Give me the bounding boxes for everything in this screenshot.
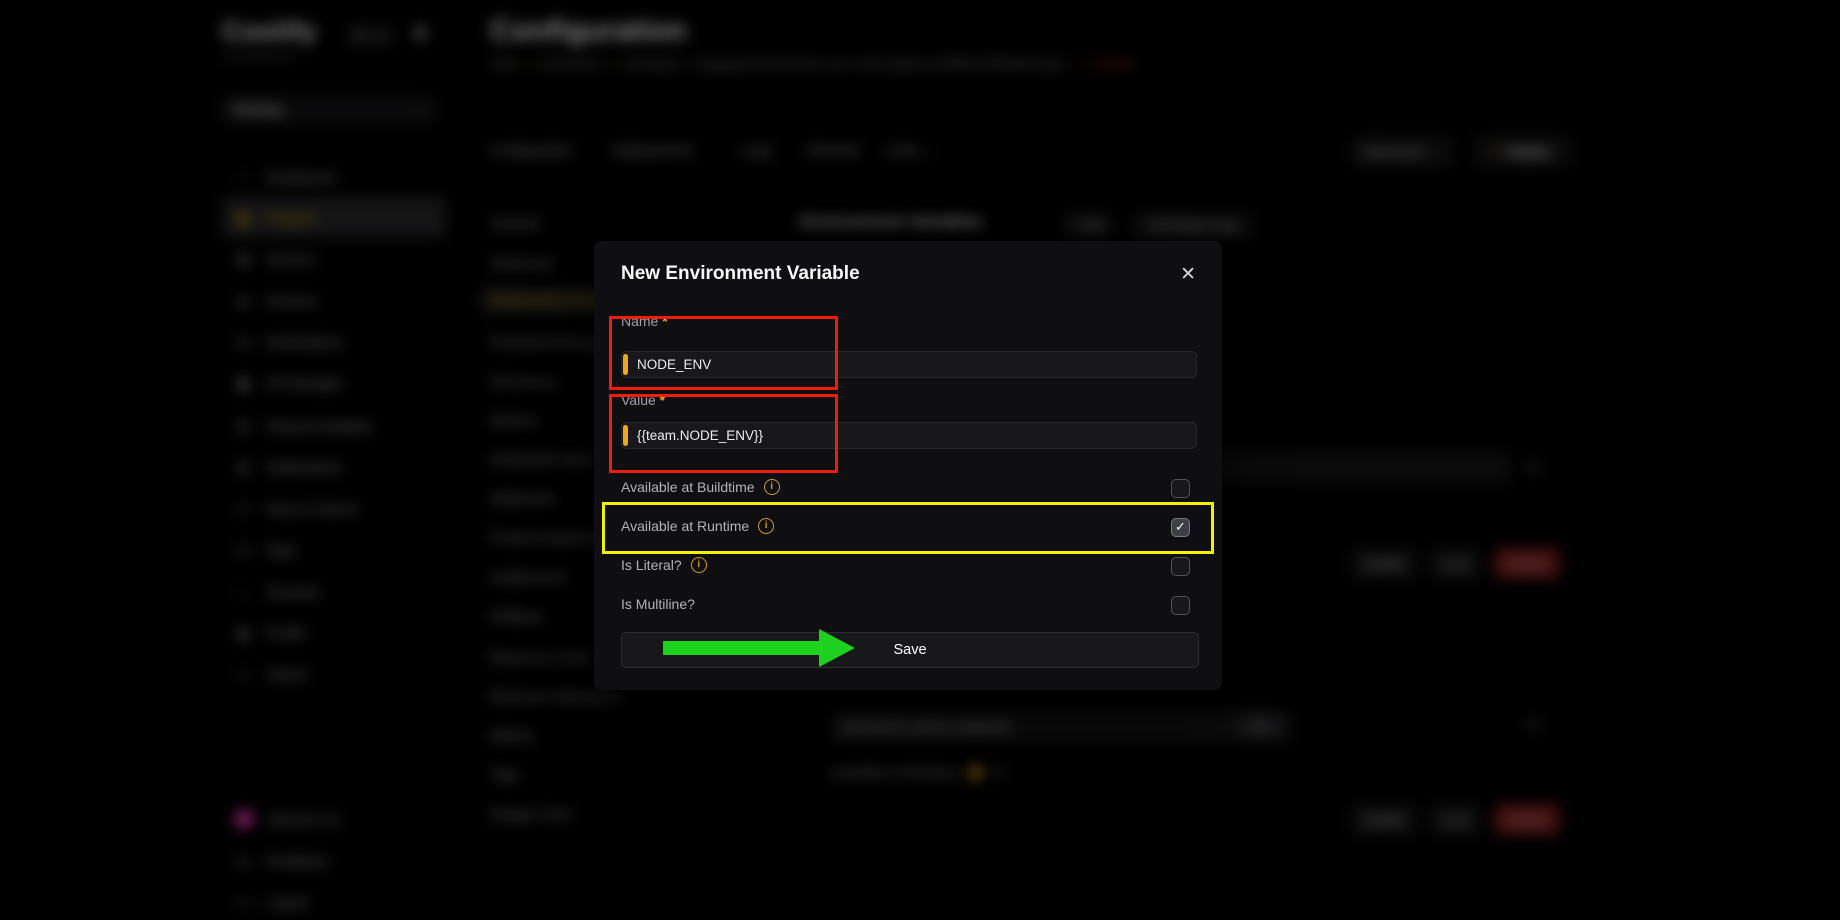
required-accent-bar xyxy=(623,354,628,375)
required-accent-bar xyxy=(623,425,628,446)
buildtime-checkbox[interactable] xyxy=(1171,479,1190,498)
label-text: Is Multiline? xyxy=(621,596,695,612)
buildtime-row-label: Available at Buildtime i xyxy=(621,479,780,495)
runtime-row-label: Available at Runtime i xyxy=(621,518,774,534)
close-icon[interactable]: ✕ xyxy=(1180,263,1196,286)
name-input[interactable]: NODE_ENV xyxy=(621,351,1197,378)
new-environment-variable-modal: New Environment Variable ✕ Name * NODE_E… xyxy=(594,241,1222,690)
literal-checkbox[interactable] xyxy=(1171,557,1190,576)
label-text: Value xyxy=(621,392,656,408)
info-icon[interactable]: i xyxy=(758,518,774,534)
info-icon[interactable]: i xyxy=(691,557,707,573)
label-text: Available at Runtime xyxy=(621,518,749,534)
literal-row-label: Is Literal? i xyxy=(621,557,707,573)
label-text: Is Literal? xyxy=(621,557,682,573)
multiline-row-label: Is Multiline? xyxy=(621,596,695,612)
value-field-label: Value * xyxy=(621,392,665,408)
required-asterisk: * xyxy=(660,392,665,408)
green-arrow-shaft xyxy=(663,641,821,655)
label-text: Available at Buildtime xyxy=(621,479,755,495)
name-input-value: NODE_ENV xyxy=(637,357,711,372)
label-text: Name xyxy=(621,313,658,329)
modal-title: New Environment Variable xyxy=(621,263,860,285)
green-arrow-head xyxy=(819,629,855,667)
required-asterisk: * xyxy=(662,313,667,329)
app-window: Coolify v4.0.0-beta.419 ⌘ K ☰ Hosting ⌄ … xyxy=(0,0,1840,920)
value-input-value: {{team.NODE_ENV}} xyxy=(637,428,763,443)
info-icon[interactable]: i xyxy=(764,479,780,495)
name-field-label: Name * xyxy=(621,313,668,329)
multiline-checkbox[interactable] xyxy=(1171,596,1190,615)
runtime-checkbox[interactable]: ✓ xyxy=(1171,518,1190,537)
value-input[interactable]: {{team.NODE_ENV}} xyxy=(621,422,1197,449)
